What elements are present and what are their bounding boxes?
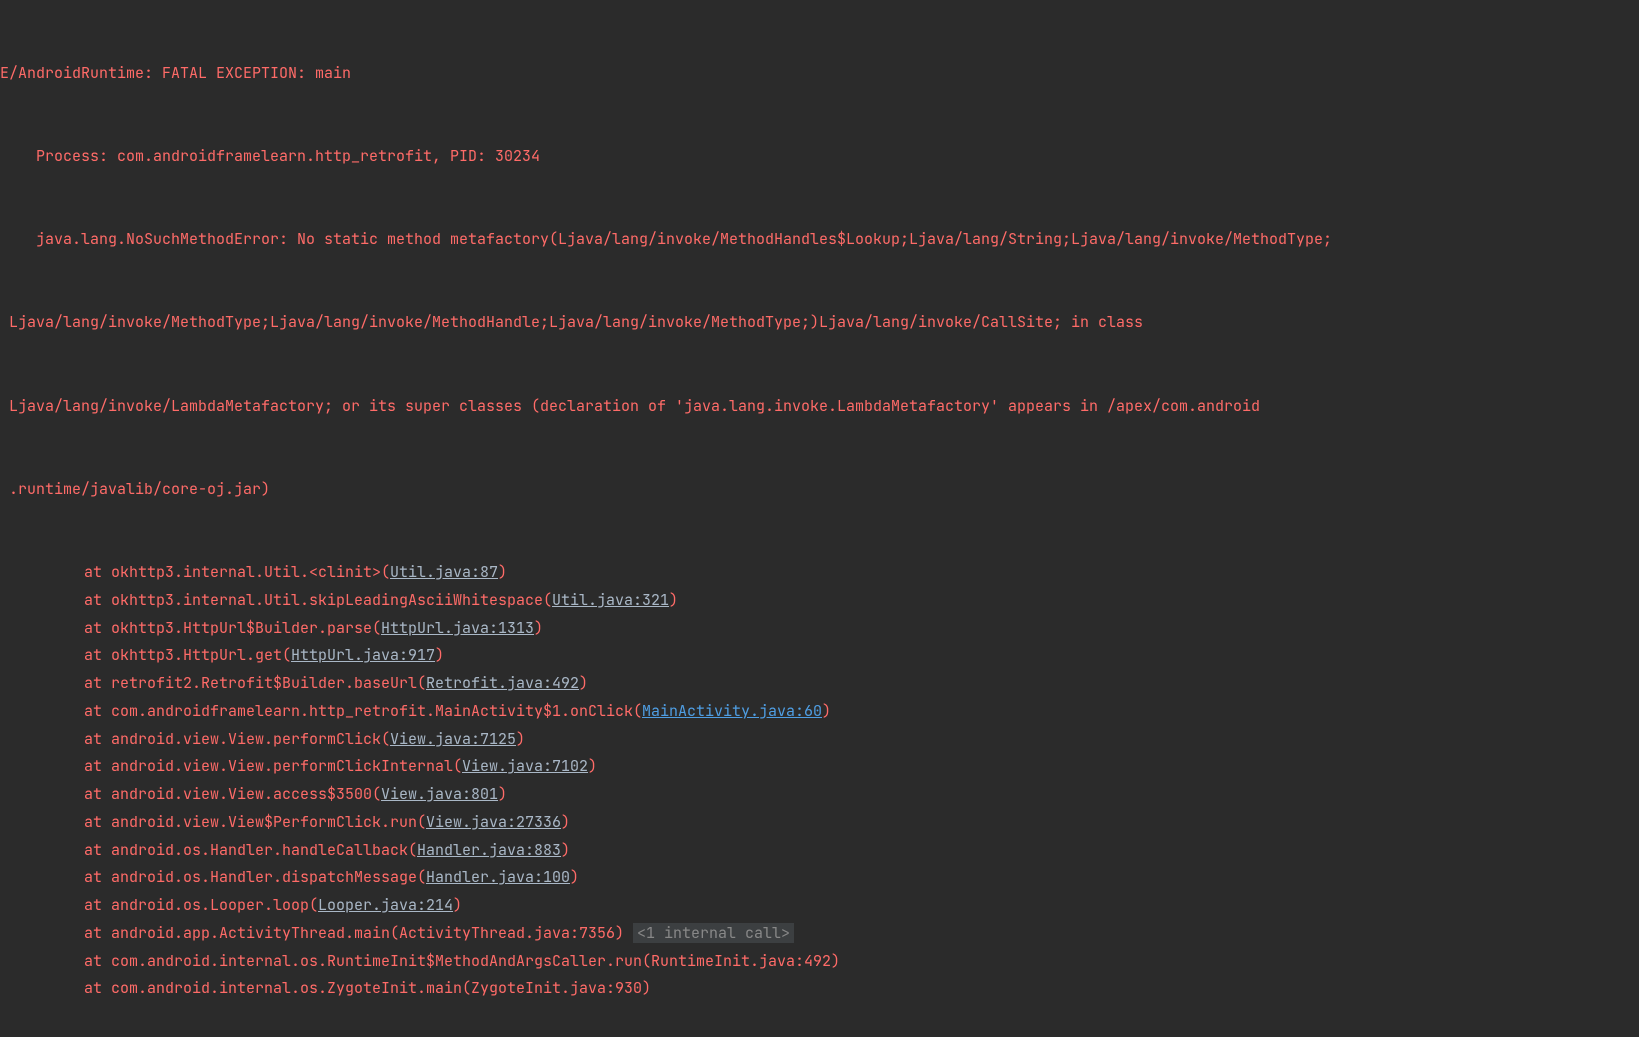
stack-frame: at okhttp3.HttpUrl.get(HttpUrl.java:917) [0, 642, 1639, 670]
stack-text: ) [516, 729, 525, 749]
stack-text: at android.os.Handler.dispatchMessage( [84, 867, 426, 887]
stack-frame: at android.os.Handler.dispatchMessage(Ha… [0, 864, 1639, 892]
stack-frame: at okhttp3.internal.Util.<clinit>(Util.j… [0, 559, 1639, 587]
source-link[interactable]: Handler.java:100 [426, 867, 570, 887]
stack-text: ) [579, 673, 588, 693]
logcat-output: E/AndroidRuntime: FATAL EXCEPTION: main … [0, 0, 1639, 1037]
stack-text: ) [561, 840, 570, 860]
stack-frame: at okhttp3.internal.Util.skipLeadingAsci… [0, 587, 1639, 615]
source-link[interactable]: Util.java:321 [552, 590, 669, 610]
stack-text: ) [570, 867, 579, 887]
stack-text: at okhttp3.internal.Util.<clinit>( [84, 562, 390, 582]
stack-text: at okhttp3.internal.Util.skipLeadingAsci… [84, 590, 552, 610]
stack-frame: at android.os.Handler.handleCallback(Han… [0, 837, 1639, 865]
stack-text: ) [669, 590, 678, 610]
stack-text: ) [453, 895, 462, 915]
source-link[interactable]: HttpUrl.java:917 [291, 645, 435, 665]
source-link[interactable]: Handler.java:883 [417, 840, 561, 860]
fold-region[interactable]: <1 internal call> [633, 923, 794, 943]
stack-text: at android.view.View.access$3500( [84, 784, 381, 804]
log-tag-line: E/AndroidRuntime: FATAL EXCEPTION: main [0, 60, 1639, 88]
stack-frame: at com.android.internal.os.RuntimeInit$M… [0, 948, 1639, 976]
stack-text: at com.android.internal.os.ZygoteInit.ma… [84, 978, 651, 998]
stack-text: at android.os.Looper.loop( [84, 895, 318, 915]
source-link[interactable]: MainActivity.java:60 [642, 701, 822, 721]
stack-text: ) [588, 756, 597, 776]
stack-text: ) [561, 812, 570, 832]
stack-text: at com.android.internal.os.RuntimeInit$M… [84, 951, 840, 971]
stack-text: at android.view.View.performClick( [84, 729, 390, 749]
stack-frame: at android.view.View.performClickInterna… [0, 753, 1639, 781]
source-link[interactable]: View.java:7102 [462, 756, 588, 776]
stack-text: ) [822, 701, 831, 721]
source-link[interactable]: Retrofit.java:492 [426, 673, 579, 693]
process-line: Process: com.androidframelearn.http_retr… [0, 143, 1639, 171]
exception-msg-line-4: .runtime/javalib/core-oj.jar) [0, 476, 1639, 504]
source-link[interactable]: View.java:7125 [390, 729, 516, 749]
stack-text: at com.androidframelearn.http_retrofit.M… [84, 701, 642, 721]
stack-frame: at okhttp3.HttpUrl$Builder.parse(HttpUrl… [0, 615, 1639, 643]
source-link[interactable]: HttpUrl.java:1313 [381, 618, 534, 638]
stack-text: ) [498, 784, 507, 804]
stack-text: ) [435, 645, 444, 665]
stack-frame: at com.androidframelearn.http_retrofit.M… [0, 698, 1639, 726]
stack-frame: at com.android.internal.os.ZygoteInit.ma… [0, 975, 1639, 1003]
exception-msg-line-2: Ljava/lang/invoke/MethodType;Ljava/lang/… [0, 309, 1639, 337]
source-link[interactable]: View.java:27336 [426, 812, 561, 832]
stack-text: ) [498, 562, 507, 582]
stack-text: at android.os.Handler.handleCallback( [84, 840, 417, 860]
stack-text: at android.view.View$PerformClick.run( [84, 812, 426, 832]
stack-text: at android.app.ActivityThread.main(Activ… [84, 923, 624, 943]
stack-frame: at android.os.Looper.loop(Looper.java:21… [0, 892, 1639, 920]
stack-text: at okhttp3.HttpUrl.get( [84, 645, 291, 665]
stack-frame: at android.view.View.performClick(View.j… [0, 726, 1639, 754]
stack-text: at okhttp3.HttpUrl$Builder.parse( [84, 618, 381, 638]
exception-msg-line-1: java.lang.NoSuchMethodError: No static m… [0, 226, 1639, 254]
source-link[interactable]: View.java:801 [381, 784, 498, 804]
stack-text: ) [534, 618, 543, 638]
stack-frame: at android.app.ActivityThread.main(Activ… [0, 920, 1639, 948]
stack-trace: at okhttp3.internal.Util.<clinit>(Util.j… [0, 559, 1639, 1003]
stack-frame: at android.view.View.access$3500(View.ja… [0, 781, 1639, 809]
stack-text: at android.view.View.performClickInterna… [84, 756, 462, 776]
source-link[interactable]: Looper.java:214 [318, 895, 453, 915]
stack-frame: at retrofit2.Retrofit$Builder.baseUrl(Re… [0, 670, 1639, 698]
exception-msg-line-3: Ljava/lang/invoke/LambdaMetafactory; or … [0, 393, 1639, 421]
stack-text: at retrofit2.Retrofit$Builder.baseUrl( [84, 673, 426, 693]
source-link[interactable]: Util.java:87 [390, 562, 498, 582]
stack-frame: at android.view.View$PerformClick.run(Vi… [0, 809, 1639, 837]
